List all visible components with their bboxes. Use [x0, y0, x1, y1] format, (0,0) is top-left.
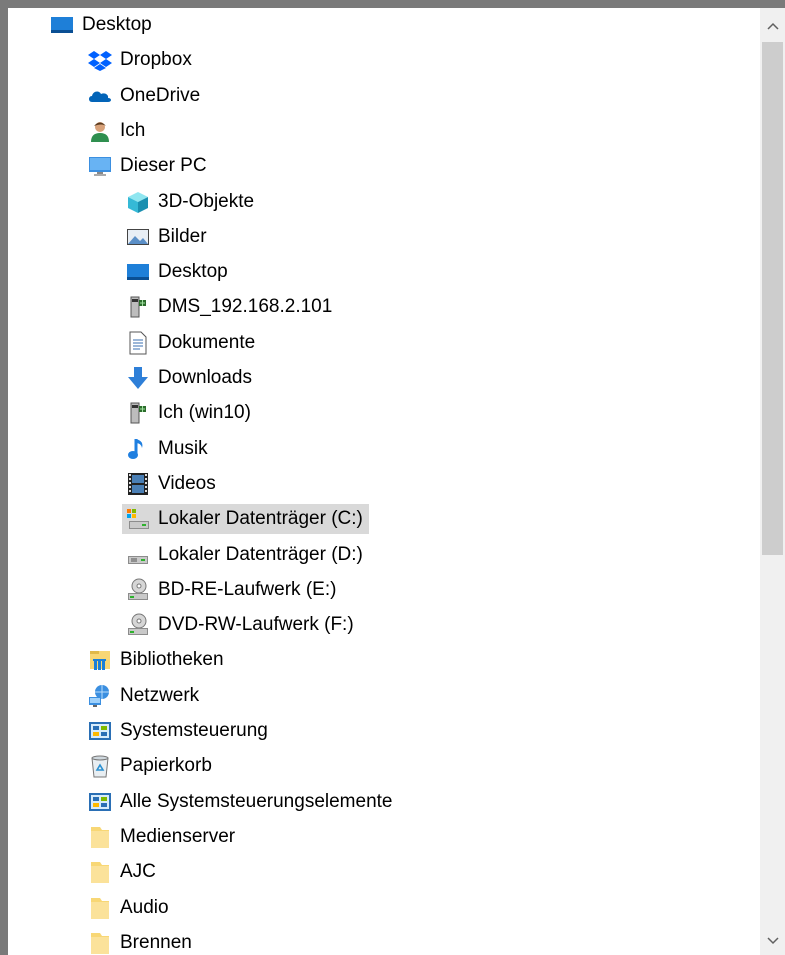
tree-item-label: DVD-RW-Laufwerk (F:): [158, 614, 354, 636]
tree-item[interactable]: Papierkorb: [88, 750, 212, 782]
desktop-icon: [126, 260, 150, 284]
tree-item-label: Desktop: [82, 14, 152, 35]
tree-item[interactable]: Dieser PC: [88, 150, 207, 182]
control-panel-icon: [88, 719, 112, 743]
navigation-pane: Desktop Dropbox OneDrive Ich Dieser PC 3D-Obj…: [8, 8, 785, 955]
libraries-icon: [88, 648, 112, 672]
3d-objects-icon: [126, 190, 150, 214]
tree-item[interactable]: Musik: [126, 433, 208, 465]
control-panel-icon: [88, 790, 112, 814]
tree-item[interactable]: AJC: [88, 856, 156, 888]
tree-item[interactable]: Ich (win10): [126, 397, 251, 429]
chevron-down-icon: [766, 937, 779, 945]
onedrive-icon: [88, 84, 112, 108]
folder-icon: [88, 860, 112, 884]
chevron-up-icon: [766, 22, 779, 30]
tree-item[interactable]: Dokumente: [126, 327, 255, 359]
tree-item[interactable]: Alle Systemsteuerungselemente: [88, 786, 392, 818]
optical-drive-icon: [126, 613, 150, 637]
tree-item-label: Audio: [120, 896, 169, 918]
tree-item[interactable]: Lokaler Datenträger (C:): [122, 503, 369, 535]
tree-item[interactable]: Netzwerk: [88, 680, 199, 712]
tree-item-label: BD-RE-Laufwerk (E:): [158, 578, 337, 600]
tree-item-label: Downloads: [158, 367, 252, 388]
tree-item-label: Bibliotheken: [120, 649, 224, 671]
tree-item-label: AJC: [120, 861, 156, 883]
tree-item-label: OneDrive: [120, 84, 201, 106]
tree-item-label: Papierkorb: [120, 755, 212, 777]
tree-item[interactable]: DMS_192.168.2.101: [126, 291, 332, 323]
tree-item-label: Systemsteuerung: [120, 720, 268, 741]
tree-item-label: DMS_192.168.2.101: [158, 296, 333, 318]
tree-item[interactable]: Bilder: [126, 221, 207, 253]
tree-item-label: Desktop: [158, 261, 228, 283]
tree-item-label: Netzwerk: [120, 684, 200, 706]
tree-item-label: Alle Systemsteuerungselemente: [120, 790, 393, 812]
tree-item[interactable]: Videos: [126, 468, 216, 500]
tree-item-label: Dokumente: [158, 331, 256, 353]
folder-icon: [88, 896, 112, 920]
tree-item[interactable]: Desktop: [50, 9, 152, 41]
scroll-up-button[interactable]: [760, 12, 785, 40]
tree-item[interactable]: Ich: [88, 115, 145, 147]
tree-item[interactable]: Systemsteuerung: [88, 715, 268, 747]
tree-item[interactable]: Lokaler Datenträger (D:): [126, 539, 363, 571]
tree-item[interactable]: Medienserver: [88, 821, 235, 853]
system-drive-icon: [126, 507, 150, 531]
tree-item[interactable]: DVD-RW-Laufwerk (F:): [126, 609, 354, 641]
vertical-scrollbar[interactable]: [760, 8, 785, 955]
tree-item-label: Musik: [158, 437, 208, 459]
videos-icon: [126, 472, 150, 496]
tree-item[interactable]: BD-RE-Laufwerk (E:): [126, 574, 336, 606]
tree-item[interactable]: Desktop: [126, 256, 228, 288]
tree-item-label: Dieser PC: [120, 155, 207, 177]
tree-item-label: Bilder: [158, 225, 207, 247]
this-pc-icon: [88, 154, 112, 178]
network-icon: [88, 684, 112, 708]
dropbox-icon: [88, 48, 112, 72]
folder-icon: [88, 825, 112, 849]
downloads-icon: [126, 366, 150, 390]
tree-item-label: 3D-Objekte: [158, 190, 255, 212]
network-drive-icon: [126, 295, 150, 319]
tree-item-label: Lokaler Datenträger (D:): [158, 543, 363, 565]
tree-item[interactable]: Audio: [88, 892, 169, 924]
music-icon: [126, 437, 150, 461]
tree-item-label: Ich: [120, 119, 146, 141]
tree-item[interactable]: Brennen: [88, 927, 192, 955]
network-drive-icon: [126, 401, 150, 425]
tree-item-label: Dropbox: [120, 49, 192, 71]
tree-item[interactable]: Downloads: [126, 362, 252, 394]
tree-item-label: Ich (win10): [158, 402, 251, 424]
tree-item-label: Lokaler Datenträger (C:): [158, 508, 363, 530]
optical-drive-icon: [126, 578, 150, 602]
documents-icon: [126, 331, 150, 355]
tree-item[interactable]: 3D-Objekte: [126, 186, 254, 218]
recycle-bin-icon: [88, 754, 112, 778]
user-icon: [88, 119, 112, 143]
pictures-icon: [126, 225, 150, 249]
tree-item-label: Brennen: [120, 931, 192, 953]
tree-item-label: Medienserver: [120, 825, 236, 847]
scroll-thumb[interactable]: [762, 42, 783, 555]
tree-item[interactable]: OneDrive: [88, 80, 200, 112]
tree-item[interactable]: Dropbox: [88, 44, 192, 76]
tree-item[interactable]: Bibliotheken: [88, 644, 224, 676]
tree-item-label: Videos: [158, 472, 216, 494]
local-drive-icon: [126, 543, 150, 567]
desktop-icon: [50, 13, 74, 37]
folder-icon: [88, 931, 112, 955]
scroll-down-button[interactable]: [760, 927, 785, 955]
